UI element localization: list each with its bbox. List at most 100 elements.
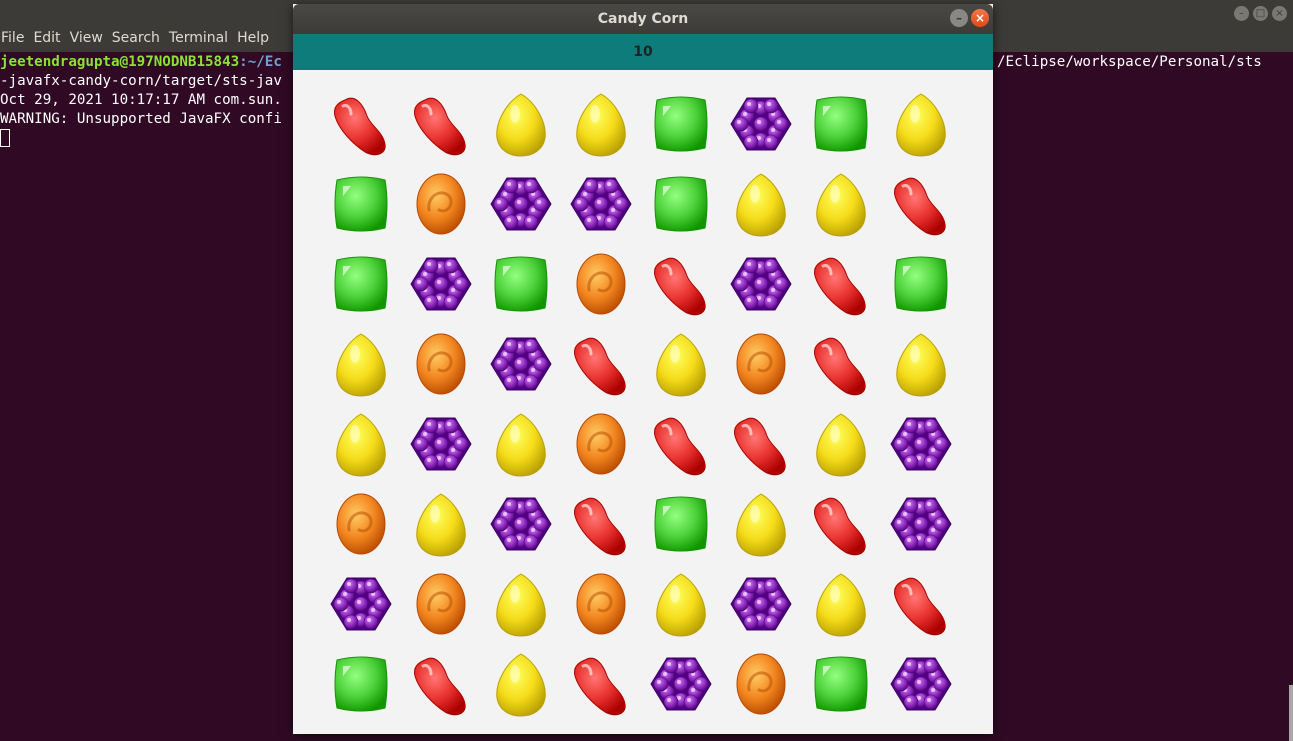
candy-cell[interactable] (801, 164, 881, 244)
candy-cell[interactable] (881, 644, 961, 724)
candy-cell[interactable] (481, 324, 561, 404)
candy-cell[interactable] (641, 324, 721, 404)
prompt-user: jeetendragupta@197NODNB15843 (0, 54, 240, 70)
candy-cell[interactable] (401, 564, 481, 644)
candy-cell[interactable] (641, 564, 721, 644)
candy-cell[interactable] (641, 84, 721, 164)
candy-cell[interactable] (481, 164, 561, 244)
candy-cell[interactable] (801, 84, 881, 164)
candy-cell[interactable] (321, 404, 401, 484)
orange-candy-icon (327, 490, 395, 558)
minimize-icon[interactable]: – (950, 9, 968, 27)
candy-cell[interactable] (721, 164, 801, 244)
purple-candy-icon (487, 330, 555, 398)
candy-cell[interactable] (321, 324, 401, 404)
candy-cell[interactable] (801, 324, 881, 404)
candy-cell[interactable] (401, 84, 481, 164)
candy-cell[interactable] (321, 244, 401, 324)
candy-cell[interactable] (881, 244, 961, 324)
green-candy-icon (327, 170, 395, 238)
menu-edit[interactable]: Edit (33, 30, 68, 52)
purple-candy-icon (407, 250, 475, 318)
candy-cell[interactable] (801, 564, 881, 644)
candy-cell[interactable] (801, 484, 881, 564)
candy-cell[interactable] (561, 244, 641, 324)
green-candy-icon (487, 250, 555, 318)
candy-cell[interactable] (401, 644, 481, 724)
orange-candy-icon (407, 330, 475, 398)
maximize-icon[interactable]: □ (1253, 6, 1268, 21)
menu-terminal[interactable]: Terminal (169, 30, 236, 52)
candy-cell[interactable] (321, 644, 401, 724)
candy-cell[interactable] (561, 644, 641, 724)
red-candy-icon (807, 490, 875, 558)
menu-file[interactable]: File (1, 30, 32, 52)
candy-cell[interactable] (721, 244, 801, 324)
menu-help[interactable]: Help (237, 30, 277, 52)
yellow-candy-icon (327, 410, 395, 478)
candy-cell[interactable] (721, 564, 801, 644)
red-candy-icon (327, 90, 395, 158)
candy-cell[interactable] (881, 84, 961, 164)
candy-cell[interactable] (561, 564, 641, 644)
candy-cell[interactable] (481, 484, 561, 564)
yellow-candy-icon (807, 410, 875, 478)
minimize-icon[interactable]: – (1234, 6, 1249, 21)
candy-cell[interactable] (721, 324, 801, 404)
candy-cell[interactable] (641, 644, 721, 724)
candy-cell[interactable] (721, 84, 801, 164)
green-candy-icon (327, 650, 395, 718)
purple-candy-icon (567, 170, 635, 238)
candy-cell[interactable] (721, 484, 801, 564)
candy-cell[interactable] (881, 484, 961, 564)
candy-cell[interactable] (561, 404, 641, 484)
candy-cell[interactable] (401, 164, 481, 244)
candy-cell[interactable] (801, 244, 881, 324)
candy-cell[interactable] (641, 164, 721, 244)
candy-cell[interactable] (401, 484, 481, 564)
candy-cell[interactable] (561, 164, 641, 244)
candy-cell[interactable] (721, 644, 801, 724)
candy-cell[interactable] (881, 324, 961, 404)
game-titlebar[interactable]: Candy Corn – × (293, 4, 993, 34)
orange-candy-icon (567, 570, 635, 638)
red-candy-icon (407, 90, 475, 158)
candy-cell[interactable] (721, 404, 801, 484)
close-icon[interactable]: × (971, 9, 989, 27)
candy-cell[interactable] (401, 404, 481, 484)
candy-cell[interactable] (881, 164, 961, 244)
close-icon[interactable]: × (1272, 6, 1287, 21)
candy-cell[interactable] (481, 644, 561, 724)
menu-view[interactable]: View (70, 30, 111, 52)
candy-cell[interactable] (801, 644, 881, 724)
candy-cell[interactable] (321, 84, 401, 164)
orange-candy-icon (727, 650, 795, 718)
green-candy-icon (647, 490, 715, 558)
candy-cell[interactable] (881, 564, 961, 644)
candy-cell[interactable] (641, 404, 721, 484)
red-candy-icon (567, 330, 635, 398)
candy-cell[interactable] (481, 404, 561, 484)
terminal-scrollbar[interactable] (1289, 685, 1293, 741)
candy-cell[interactable] (561, 484, 641, 564)
candy-cell[interactable] (881, 404, 961, 484)
window-title: Candy Corn (597, 11, 689, 27)
candy-cell[interactable] (321, 484, 401, 564)
candy-cell[interactable] (401, 324, 481, 404)
candy-cell[interactable] (401, 244, 481, 324)
terminal-cursor (0, 129, 10, 147)
candy-cell[interactable] (641, 484, 721, 564)
purple-candy-icon (727, 90, 795, 158)
purple-candy-icon (887, 650, 955, 718)
candy-cell[interactable] (481, 84, 561, 164)
candy-cell[interactable] (481, 244, 561, 324)
candy-cell[interactable] (481, 564, 561, 644)
candy-cell[interactable] (561, 84, 641, 164)
candy-cell[interactable] (641, 244, 721, 324)
candy-cell[interactable] (321, 564, 401, 644)
candy-cell[interactable] (801, 404, 881, 484)
menu-search[interactable]: Search (112, 30, 168, 52)
orange-candy-icon (567, 410, 635, 478)
candy-cell[interactable] (321, 164, 401, 244)
candy-cell[interactable] (561, 324, 641, 404)
